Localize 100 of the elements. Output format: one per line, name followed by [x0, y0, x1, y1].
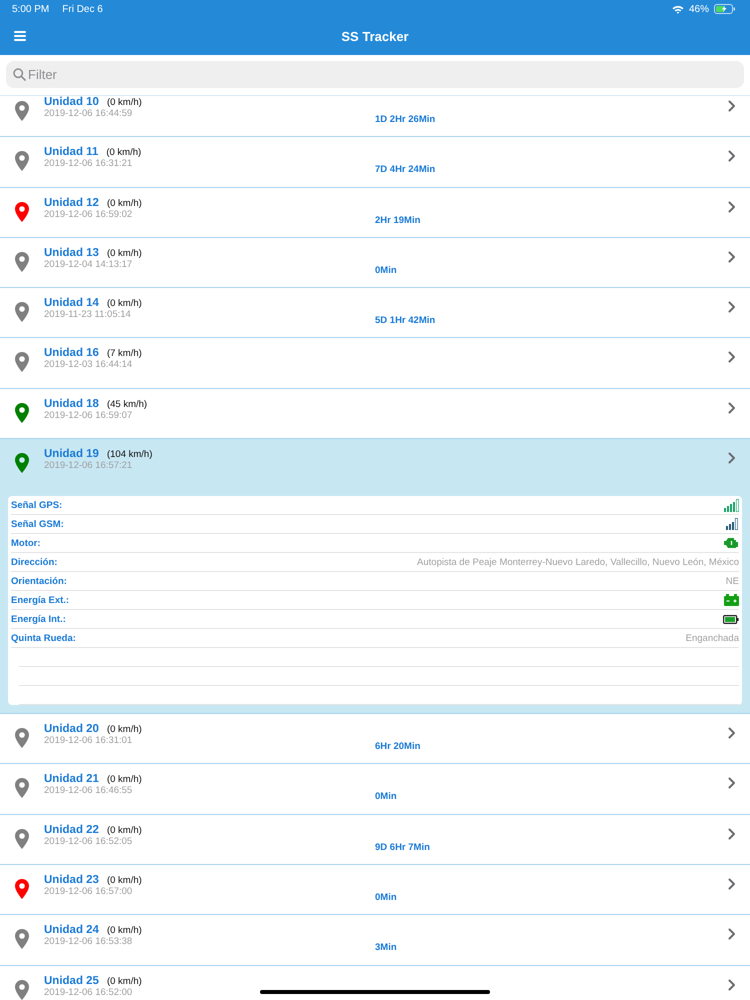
chevron-right-icon — [728, 928, 736, 940]
chevron-right-icon — [728, 978, 736, 991]
chevron-right-icon — [728, 452, 736, 464]
unit-timestamp: 2019-12-06 16:53:38 — [44, 936, 134, 948]
idle-duration: 6Hr 20Min — [375, 741, 420, 752]
battery-icon — [723, 614, 739, 624]
unit-row[interactable]: Unidad 12 (0 km/h) 2019-12-06 16:59:02 2Hr 19Min — [0, 188, 750, 238]
unit-timestamp: 2019-12-06 16:31:21 — [44, 158, 134, 170]
idle-duration: 0Min — [375, 791, 397, 802]
unit-name: Unidad 18 — [44, 398, 99, 410]
status-time: 5:00 PM — [12, 4, 50, 14]
unit-name: Unidad 12 — [44, 196, 99, 209]
detail-label: Señal GSM: — [11, 518, 64, 530]
chevron-right-icon — [728, 351, 736, 364]
unit-speed: (0 km/h) — [106, 724, 142, 736]
engine-icon — [724, 537, 739, 550]
detail-label: Orientación: — [11, 576, 67, 587]
chevron-right-icon — [728, 150, 736, 162]
detail-label: Motor: — [11, 538, 41, 549]
unit-timestamp: 2019-12-06 16:59:07 — [44, 410, 134, 421]
unit-timestamp: 2019-12-03 16:44:14 — [44, 359, 134, 370]
unit-timestamp: 2019-12-06 16:31:01 — [44, 735, 134, 746]
signal-bars-icon — [724, 498, 739, 512]
detail-label: Energía Int.: — [11, 614, 66, 625]
unit-timestamp: 2019-12-04 14:13:17 — [44, 258, 134, 270]
unit-row[interactable]: Unidad 13 (0 km/h) 2019-12-04 14:13:17 0Min — [0, 238, 750, 288]
unit-speed: (104 km/h) — [106, 449, 152, 460]
chevron-right-icon — [728, 100, 736, 112]
idle-duration: 3Min — [375, 942, 397, 954]
chevron-right-icon — [728, 828, 736, 840]
unit-timestamp: 2019-12-06 16:59:02 — [44, 208, 134, 220]
unit-row[interactable]: Unidad 21 (0 km/h) 2019-12-06 16:46:55 0Min — [0, 764, 750, 815]
status-date: Fri Dec 6 — [62, 4, 103, 14]
idle-duration: 9D 6Hr 7Min — [375, 842, 430, 853]
unit-row[interactable]: Unidad 11 (0 km/h) 2019-12-06 16:31:21 7D 4Hr 24Min — [0, 137, 750, 188]
nav-title: SS Tracker — [341, 29, 409, 44]
unit-speed: (0 km/h) — [106, 298, 142, 310]
unit-timestamp: 2019-12-06 16:52:00 — [44, 986, 134, 998]
unit-row[interactable]: Unidad 24 (0 km/h) 2019-12-06 16:53:38 3Min — [0, 915, 750, 966]
unit-name: Unidad 16 — [44, 347, 99, 360]
chevron-right-icon — [728, 200, 736, 213]
wifi-icon — [672, 4, 684, 14]
unit-speed: (0 km/h) — [106, 147, 142, 158]
detail-label: Energía Ext.: — [11, 594, 70, 606]
unit-speed: (45 km/h) — [106, 398, 148, 410]
detail-value: Enganchada — [686, 632, 739, 644]
idle-duration: 0Min — [375, 892, 397, 903]
unit-timestamp: 2019-12-06 16:57:21 — [44, 460, 134, 472]
chevron-right-icon — [728, 878, 736, 890]
unit-speed: (0 km/h) — [106, 198, 142, 209]
menu-icon[interactable] — [14, 31, 26, 41]
chevron-right-icon — [728, 301, 736, 314]
unit-name: Unidad 10 — [44, 96, 99, 108]
unit-speed: (0 km/h) — [106, 824, 142, 836]
unit-row[interactable]: Unidad 22 (0 km/h) 2019-12-06 16:52:05 9D 6Hr 7Min — [0, 814, 750, 865]
unit-name: Unidad 24 — [44, 924, 99, 936]
unit-speed: (7 km/h) — [106, 348, 142, 360]
chevron-right-icon — [728, 727, 736, 740]
car-battery-icon — [724, 594, 739, 606]
unit-name: Unidad 13 — [44, 246, 99, 259]
detail-label: Señal GPS: — [11, 500, 62, 511]
unit-name: Unidad 19 — [44, 448, 99, 460]
detail-value: Autopista de Peaje Monterrey-Nuevo Laredo, Vallecillo, Nuevo León, México — [417, 556, 739, 568]
unit-timestamp: 2019-12-06 16:52:05 — [44, 836, 134, 847]
filter-search-field[interactable]: Filter — [6, 61, 744, 88]
unit-timestamp: 2019-11-23 11:05:14 — [44, 309, 132, 320]
unit-row[interactable]: Unidad 16 (7 km/h) 2019-12-03 16:44:14 — [0, 338, 750, 389]
unit-speed: (0 km/h) — [106, 97, 142, 108]
battery-percentage: 46% — [688, 4, 709, 14]
unit-speed: (0 km/h) — [106, 925, 142, 936]
detail-label: Dirección: — [11, 556, 58, 568]
unit-row[interactable]: Unidad 10 (0 km/h) 2019-12-06 16:44:59 1D 2Hr 26Min — [0, 96, 750, 138]
unit-name: Unidad 11 — [44, 146, 98, 158]
unit-timestamp: 2019-12-06 16:46:55 — [44, 785, 134, 796]
chevron-right-icon — [728, 402, 736, 414]
unit-name: Unidad 21 — [44, 773, 99, 786]
unit-name: Unidad 20 — [44, 723, 99, 736]
unit-name: Unidad 14 — [44, 297, 99, 310]
signal-bars-icon — [726, 518, 739, 530]
unit-row[interactable]: Unidad 20 (0 km/h) 2019-12-06 16:31:01 6Hr 20Min — [0, 714, 750, 764]
unit-speed: (0 km/h) — [106, 976, 142, 987]
idle-duration: 7D 4Hr 24Min — [375, 164, 436, 176]
unit-name: Unidad 25 — [44, 974, 99, 987]
chevron-right-icon — [728, 777, 736, 790]
unit-name: Unidad 22 — [44, 824, 99, 836]
idle-duration: 5D 1Hr 42Min — [375, 315, 436, 326]
detail-value: NE — [726, 576, 739, 587]
chevron-right-icon — [728, 250, 736, 263]
detail-label: Quinta Rueda: — [11, 632, 76, 644]
unit-row[interactable]: Unidad 23 (0 km/h) 2019-12-06 16:57:00 0Min — [0, 864, 750, 916]
unit-speed: (0 km/h) — [106, 248, 142, 259]
unit-timestamp: 2019-12-06 16:44:59 — [44, 108, 134, 119]
unit-speed: (0 km/h) — [106, 874, 142, 886]
unit-timestamp: 2019-12-06 16:57:00 — [44, 886, 134, 897]
idle-duration: 0Min — [375, 264, 397, 276]
unit-speed: (0 km/h) — [106, 774, 142, 786]
idle-duration: 1D 2Hr 26Min — [375, 114, 436, 125]
unit-row[interactable]: Unidad 14 (0 km/h) 2019-11-23 11:05:14 5D 1Hr 42Min — [0, 288, 750, 338]
unit-name: Unidad 23 — [44, 874, 99, 886]
idle-duration: 2Hr 19Min — [375, 214, 420, 226]
